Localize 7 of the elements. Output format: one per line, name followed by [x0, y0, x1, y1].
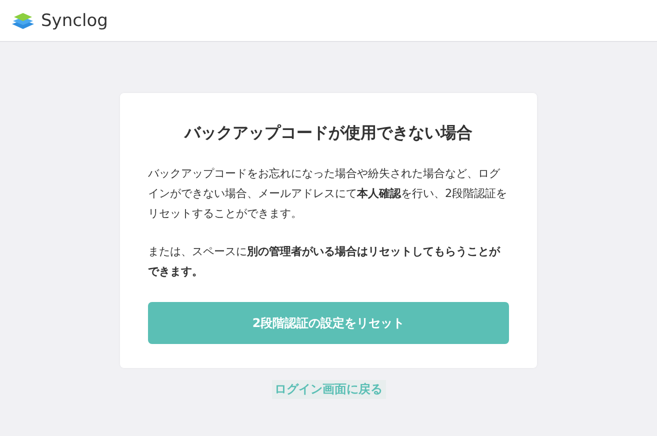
card-title: バックアップコードが使用できない場合 [183, 123, 474, 144]
back-to-login-link[interactable]: ログイン画面に戻る [272, 380, 386, 399]
description-text: バックアップコードをお忘れになった場合や紛失された場合など、ログインができない場合、メールアドレスにて本人確認を行い、2段階認証をリセットすることができます。 [148, 166, 508, 222]
reset-button[interactable]: 2段階認証の設定をリセット [148, 302, 509, 344]
stacked-layers-logo-icon [11, 12, 35, 30]
description-text: または、スペースに別の管理者がいる場合はリセットしてもらうことができます。 [148, 244, 502, 280]
logo-text: Synclog [41, 10, 108, 30]
